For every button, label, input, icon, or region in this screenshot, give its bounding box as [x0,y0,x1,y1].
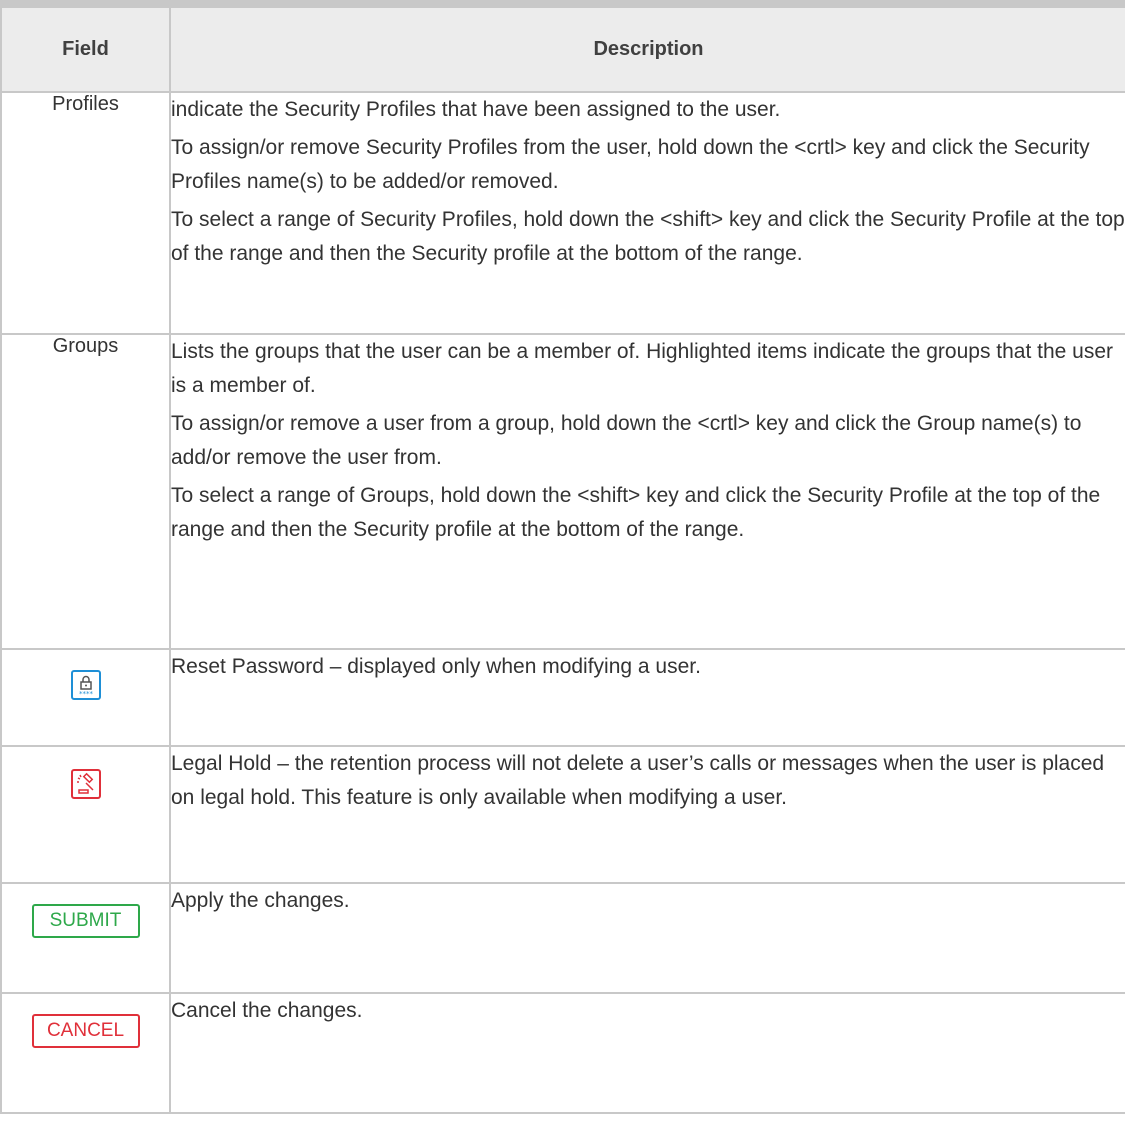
field-cell-cancel: CANCEL [0,992,171,1114]
svg-text:****: **** [79,690,94,697]
gavel-legal-hold-icon[interactable] [70,769,101,799]
lock-password-icon[interactable]: **** [70,670,101,700]
table-row-profiles: Profiles indicate the Security Profiles … [0,91,1125,335]
field-cell-submit: SUBMIT [0,882,171,994]
description-column-header: Description [169,0,1125,93]
field-cell-profiles: Profiles [0,91,171,335]
description-text: indicate the Security Profiles that have… [171,98,781,121]
cancel-button[interactable]: CANCEL [31,1014,140,1048]
field-cell-reset-password: **** [0,648,171,747]
description-text: Cancel the changes. [171,999,363,1022]
field-label-profiles: Profiles [52,93,119,115]
description-cell-profiles: indicate the Security Profiles that have… [169,91,1125,335]
description-text: Legal Hold – the retention process will … [171,752,1105,809]
description-text: To select a range of Groups, hold down t… [171,484,1101,541]
description-cell-reset-password: Reset Password – displayed only when mod… [169,648,1125,747]
field-column-header: Field [0,0,171,93]
description-cell-cancel: Cancel the changes. [169,992,1125,1114]
description-text: Apply the changes. [171,889,350,912]
description-text: To assign/or remove a user from a group,… [171,412,1082,469]
field-description-table: Field Description Profiles indicate the … [0,0,1125,1114]
table-header-row: Field Description [0,0,1125,93]
table-row-legal-hold: Legal Hold – the retention process will … [0,745,1125,884]
description-text: Reset Password – displayed only when mod… [171,655,701,678]
description-cell-legal-hold: Legal Hold – the retention process will … [169,745,1125,884]
description-text: Lists the groups that the user can be a … [171,340,1114,397]
table-row-cancel: CANCEL Cancel the changes. [0,992,1125,1114]
table-row-reset-password: **** Reset Password – displayed only whe… [0,648,1125,747]
description-cell-submit: Apply the changes. [169,882,1125,994]
description-text: To select a range of Security Profiles, … [171,208,1125,265]
field-cell-legal-hold [0,745,171,884]
description-cell-groups: Lists the groups that the user can be a … [169,333,1125,650]
table-row-groups: Groups Lists the groups that the user ca… [0,333,1125,650]
field-cell-groups: Groups [0,333,171,650]
field-label-groups: Groups [52,335,119,357]
description-text: To assign/or remove Security Profiles fr… [171,136,1090,193]
table-row-submit: SUBMIT Apply the changes. [0,882,1125,994]
submit-button[interactable]: SUBMIT [31,904,140,938]
